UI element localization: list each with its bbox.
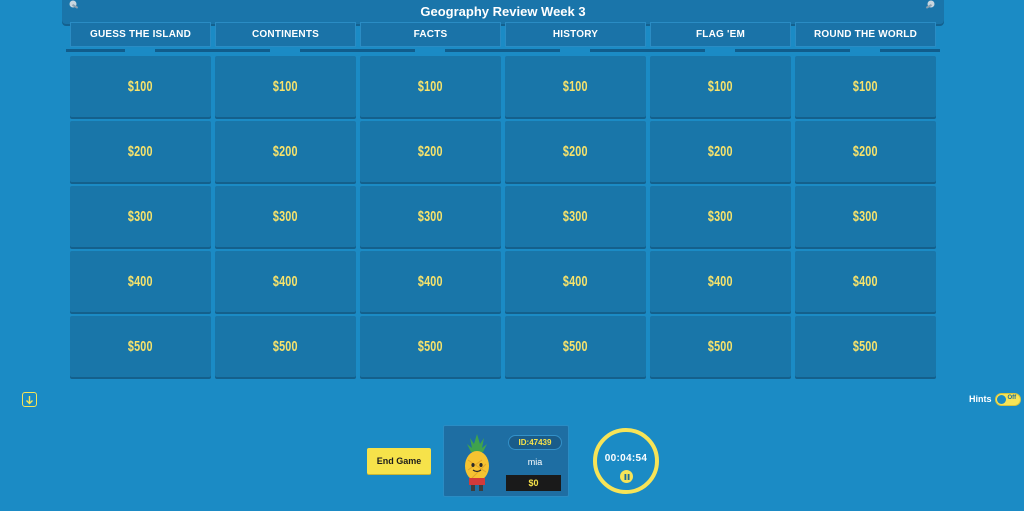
tile-value: $500 [708, 338, 733, 355]
tile-value: $200 [273, 143, 298, 160]
pause-icon [624, 473, 629, 480]
pause-button[interactable] [620, 470, 633, 483]
end-game-button[interactable]: End Game [367, 448, 431, 474]
tile-value: $500 [418, 338, 443, 355]
question-tile[interactable]: $100 [215, 56, 356, 117]
question-tile[interactable]: $500 [650, 316, 791, 377]
tile-value: $100 [563, 78, 588, 95]
tile-value: $400 [708, 273, 733, 290]
question-tile[interactable]: $300 [70, 186, 211, 247]
tile-value: $100 [273, 78, 298, 95]
question-tile[interactable]: $500 [360, 316, 501, 377]
question-tile[interactable]: $300 [360, 186, 501, 247]
tile-value: $200 [853, 143, 878, 160]
tile-value: $500 [563, 338, 588, 355]
title-banner: Geography Review Week 3 [62, 0, 944, 24]
question-tile[interactable]: $100 [650, 56, 791, 117]
player-score: $0 [506, 475, 561, 491]
question-tile[interactable]: $400 [360, 251, 501, 312]
question-tile[interactable]: $200 [795, 121, 936, 182]
tile-value: $300 [708, 208, 733, 225]
question-tile[interactable]: $100 [70, 56, 211, 117]
arrow-down-icon [26, 395, 33, 404]
pineapple-avatar [460, 432, 494, 494]
tile-value: $400 [853, 273, 878, 290]
question-tile[interactable]: $500 [505, 316, 646, 377]
question-tile[interactable]: $400 [505, 251, 646, 312]
category-header: ROUND THE WORLD [795, 22, 936, 47]
divider-notch [415, 49, 445, 52]
tile-value: $200 [418, 143, 443, 160]
divider-notch [125, 49, 155, 52]
pin-icon [924, 0, 936, 10]
divider-notch [270, 49, 300, 52]
question-tile[interactable]: $200 [360, 121, 501, 182]
question-tile[interactable]: $200 [650, 121, 791, 182]
question-tile[interactable]: $400 [795, 251, 936, 312]
tile-value: $500 [128, 338, 153, 355]
tile-value: $200 [708, 143, 733, 160]
hints-control: Hints Off [969, 392, 1021, 406]
player-id-badge: ID:47439 [508, 435, 562, 450]
question-tile[interactable]: $400 [70, 251, 211, 312]
category-row: GUESS THE ISLAND CONTINENTS FACTS HISTORY FL… [70, 22, 936, 50]
scroll-down-button[interactable] [22, 392, 37, 407]
tile-value: $300 [418, 208, 443, 225]
question-tile[interactable]: $200 [70, 121, 211, 182]
tile-value: $200 [563, 143, 588, 160]
category-header: FLAG 'EM [650, 22, 791, 47]
tile-value: $300 [128, 208, 153, 225]
tile-value: $100 [128, 78, 153, 95]
category-header: CONTINENTS [215, 22, 356, 47]
hints-toggle[interactable]: Off [994, 392, 1021, 406]
tile-value: $200 [128, 143, 153, 160]
divider-notch [705, 49, 735, 52]
tile-value: $300 [853, 208, 878, 225]
divider-notch [850, 49, 880, 52]
tile-value: $300 [273, 208, 298, 225]
tile-value: $500 [853, 338, 878, 355]
question-tile[interactable]: $300 [505, 186, 646, 247]
question-tile[interactable]: $300 [215, 186, 356, 247]
category-header: FACTS [360, 22, 501, 47]
category-header: GUESS THE ISLAND [70, 22, 211, 47]
question-tile[interactable]: $200 [215, 121, 356, 182]
pin-icon [68, 0, 80, 10]
tile-value: $400 [418, 273, 443, 290]
question-tile[interactable]: $100 [360, 56, 501, 117]
toggle-knob [996, 394, 1006, 404]
question-tile[interactable]: $400 [215, 251, 356, 312]
question-tile[interactable]: $500 [215, 316, 356, 377]
tile-value: $100 [708, 78, 733, 95]
tile-value: $400 [563, 273, 588, 290]
divider-notch [560, 49, 590, 52]
question-tile[interactable]: $500 [70, 316, 211, 377]
tile-value: $100 [853, 78, 878, 95]
question-tile[interactable]: $100 [505, 56, 646, 117]
player-name: mia [527, 457, 543, 467]
question-tile[interactable]: $400 [650, 251, 791, 312]
question-tile[interactable]: $300 [795, 186, 936, 247]
game-title: Geography Review Week 3 [420, 4, 586, 19]
hints-label: Hints [969, 394, 992, 404]
hints-state: Off [1007, 394, 1017, 401]
tile-value: $500 [273, 338, 298, 355]
tile-value: $100 [418, 78, 443, 95]
tile-value: $400 [273, 273, 298, 290]
question-tile[interactable]: $200 [505, 121, 646, 182]
tile-value: $300 [563, 208, 588, 225]
game-timer: 00:04:54 [593, 428, 659, 494]
tile-value: $400 [128, 273, 153, 290]
question-tile[interactable]: $500 [795, 316, 936, 377]
game-board: $100 $100 $100 $100 $100 $100 $200 $200 $200 $200… [70, 56, 936, 380]
timer-display: 00:04:54 [604, 453, 648, 464]
player-card: ID:47439 mia $0 [443, 425, 569, 497]
question-tile[interactable]: $100 [795, 56, 936, 117]
category-divider [66, 49, 940, 52]
category-header: HISTORY [505, 22, 646, 47]
question-tile[interactable]: $300 [650, 186, 791, 247]
